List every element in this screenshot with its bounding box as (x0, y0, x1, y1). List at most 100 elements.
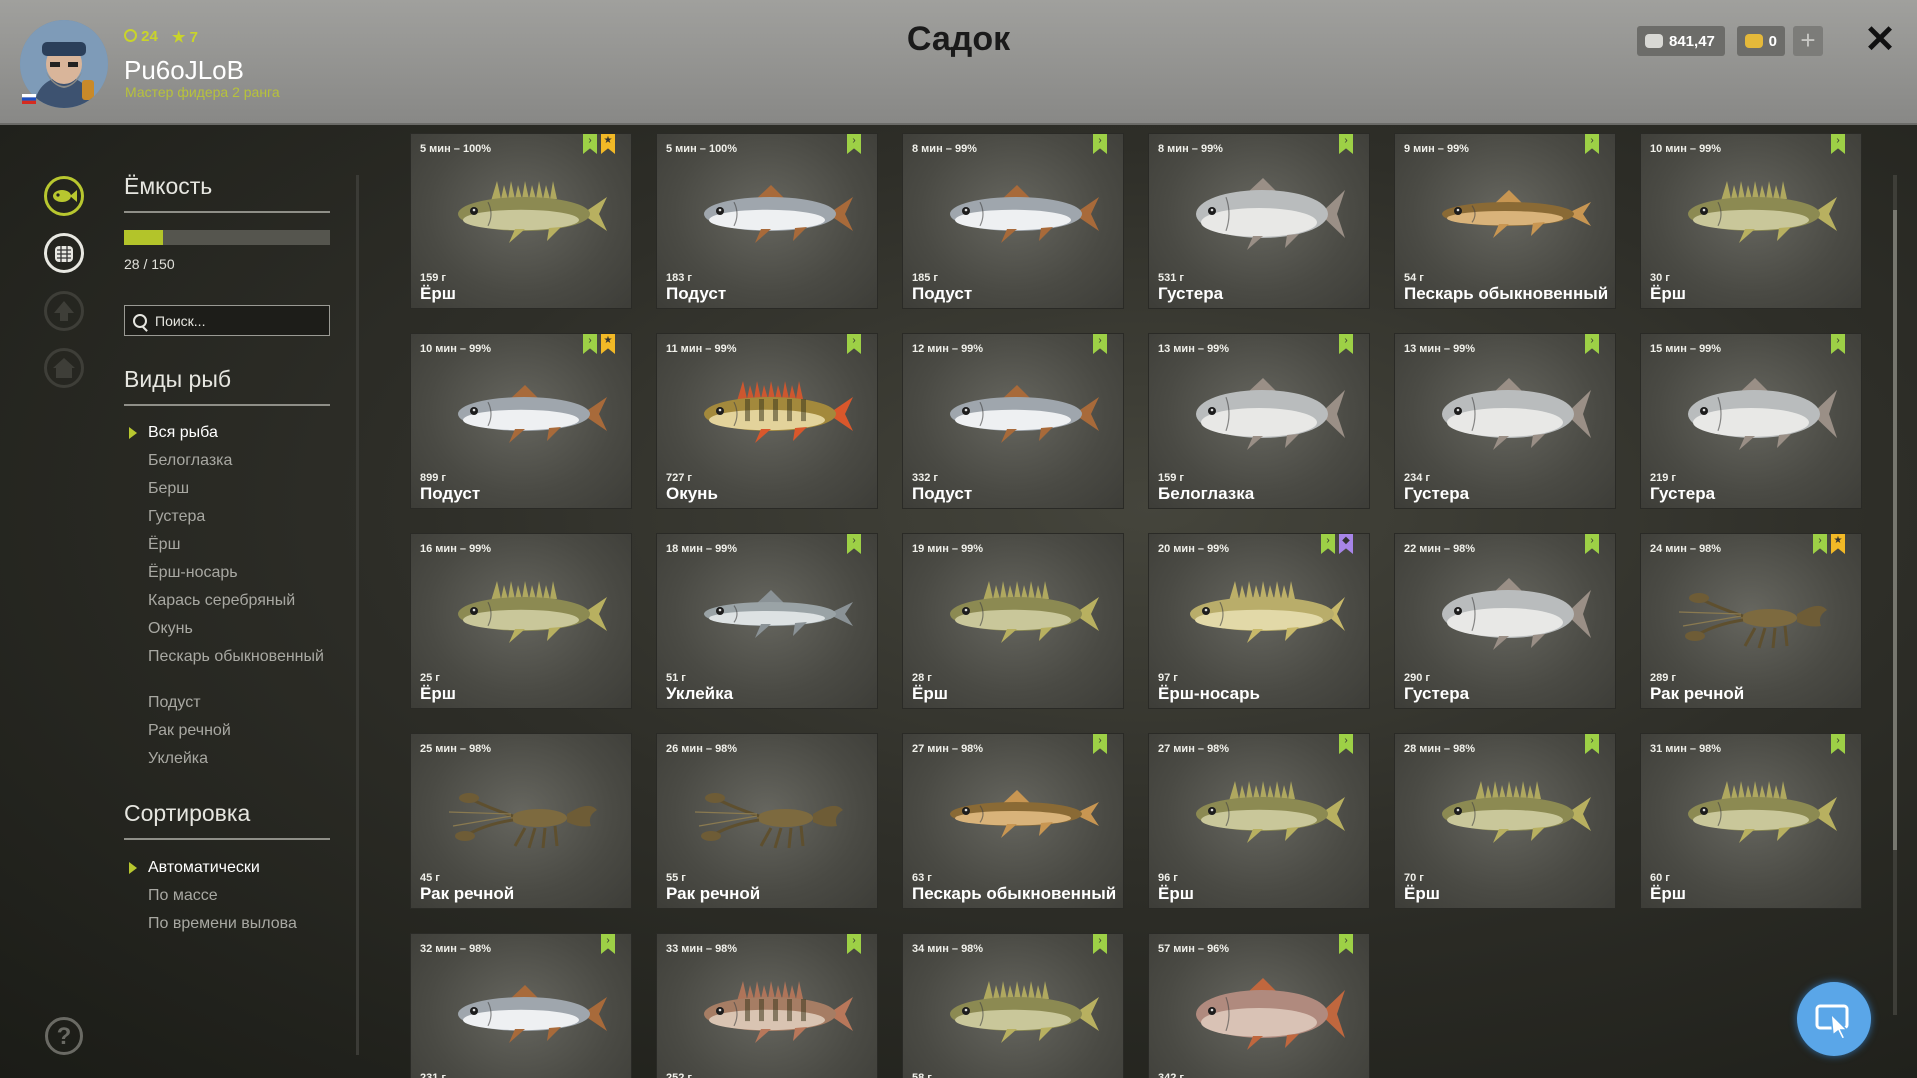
catch-card[interactable]: 13 мин – 99% 234 г Густера › (1394, 333, 1616, 509)
catch-card[interactable]: 25 мин – 98% 45 г Рак речной (410, 733, 632, 909)
fish-mini-icon: › (1590, 735, 1594, 746)
star-icon: ★ (603, 335, 613, 346)
catch-weight: 290 г (1404, 672, 1430, 684)
fish-mini-icon: › (588, 135, 592, 146)
player-name: Pu6oJLoB (124, 55, 244, 85)
catch-card[interactable]: 15 мин – 99% 219 г Густера › (1640, 333, 1862, 509)
catch-card[interactable]: 34 мин – 98% 58 г › (902, 933, 1124, 1078)
upgrade-icon[interactable] (44, 291, 84, 331)
home-icon[interactable] (44, 348, 84, 388)
catch-card[interactable]: 27 мин – 98% 63 г Пескарь обыкновенный › (902, 733, 1124, 909)
top-bar: 24 ★ 7 Pu6oJLoB Мастер фидера 2 ранга Са… (0, 0, 1917, 125)
catch-time: 20 мин – 99% (1158, 543, 1230, 555)
catch-card[interactable]: 33 мин – 98% 252 г › (656, 933, 878, 1078)
trophy-tag-icon: › (1093, 334, 1107, 354)
catch-card[interactable]: 20 мин – 99% 97 г Ёрш-носарь › ◆ (1148, 533, 1370, 709)
species-filter-item[interactable]: Ёрш (148, 536, 328, 554)
catch-time: 28 мин – 98% (1404, 743, 1476, 755)
species-filter-item[interactable]: Белоглазка (148, 452, 328, 470)
plus-icon[interactable]: + (1793, 26, 1823, 56)
species-filter-item[interactable]: Пескарь обыкновенный (148, 648, 328, 666)
catch-card[interactable]: 10 мин – 99% 899 г Подуст › ★ (410, 333, 632, 509)
help-icon[interactable]: ? (45, 1017, 83, 1055)
catch-time: 27 мин – 98% (1158, 743, 1230, 755)
catch-name: Ёрш (420, 684, 456, 703)
catch-card[interactable]: 16 мин – 99% 25 г Ёрш (410, 533, 632, 709)
trophy-tag-icon: › (1093, 934, 1107, 954)
trophy-tag-icon: › (1321, 534, 1335, 554)
species-filter-item[interactable]: Ёрш-носарь (148, 564, 328, 582)
catch-time: 31 мин – 98% (1650, 743, 1722, 755)
fish-image (1688, 181, 1837, 243)
catch-card[interactable]: 5 мин – 100% 183 г Подуст › (656, 133, 878, 309)
species-filter-item[interactable]: Берш (148, 480, 328, 498)
catch-name: Пескарь обыкновенный (912, 884, 1117, 903)
catch-time: 33 мин – 98% (666, 943, 738, 955)
catch-card[interactable]: 11 мин – 99% 727 г Окунь › (656, 333, 878, 509)
fish-image (1196, 978, 1345, 1050)
fish-image (704, 185, 853, 243)
catch-weight: 25 г (420, 672, 440, 684)
trophy-tag-icon: › (1585, 534, 1599, 554)
panel-scrollbar[interactable] (356, 175, 359, 1055)
catch-card[interactable]: 8 мин – 99% 185 г Подуст › (902, 133, 1124, 309)
sort-option[interactable]: По массе (148, 887, 328, 905)
grid-scroll-thumb[interactable] (1893, 210, 1897, 850)
species-filter-item[interactable]: Рак речной (148, 722, 328, 740)
catch-time: 26 мин – 98% (666, 743, 738, 755)
cursor-mode-button[interactable] (1797, 982, 1871, 1056)
fish-mini-icon: › (1098, 935, 1102, 946)
catch-weight: 28 г (912, 672, 932, 684)
catch-card[interactable]: 9 мин – 99% 54 г Пескарь обыкновенный › (1394, 133, 1616, 309)
species-filter-item[interactable]: Подуст (148, 694, 328, 712)
catch-time: 12 мин – 99% (912, 343, 984, 355)
fish-icon[interactable] (44, 176, 84, 216)
sort-option[interactable]: По времени вылова (148, 915, 328, 933)
catch-name: Уклейка (666, 684, 734, 703)
fish-mini-icon: › (852, 935, 856, 946)
keepnet-icon[interactable] (44, 233, 84, 273)
catch-card[interactable]: 10 мин – 99% 30 г Ёрш › (1640, 133, 1862, 309)
catch-card[interactable]: 26 мин – 98% 55 г Рак речной (656, 733, 878, 909)
catch-time: 5 мин – 100% (420, 143, 492, 155)
species-filter-item[interactable]: Густера (148, 508, 328, 526)
silver-coin-icon (1645, 34, 1663, 48)
species-filter-item[interactable]: Уклейка (148, 750, 328, 768)
catch-card[interactable]: 24 мин – 98% 289 г Рак речной › ★ (1640, 533, 1862, 709)
close-icon[interactable]: ✕ (1862, 20, 1898, 60)
catch-time: 13 мин – 99% (1404, 343, 1476, 355)
catch-weight: 70 г (1404, 872, 1424, 884)
catch-card[interactable]: 57 мин – 96% 342 г › (1148, 933, 1370, 1078)
fish-mini-icon: › (1590, 335, 1594, 346)
species-filter-item[interactable]: Вся рыба (148, 424, 328, 442)
catch-card[interactable]: 19 мин – 99% 28 г Ёрш (902, 533, 1124, 709)
star-icon: ★ (603, 135, 613, 146)
species-filter-item[interactable]: Окунь (148, 620, 328, 638)
catch-time: 25 мин – 98% (420, 743, 492, 755)
catch-card[interactable]: 18 мин – 99% 51 г Уклейка › (656, 533, 878, 709)
catch-card[interactable]: 31 мин – 98% 60 г Ёрш › (1640, 733, 1862, 909)
catch-card[interactable]: 22 мин – 98% 290 г Густера › (1394, 533, 1616, 709)
catch-time: 22 мин – 98% (1404, 543, 1476, 555)
catch-name: Ёрш (1650, 284, 1686, 303)
capacity-fill (124, 230, 163, 245)
catch-card[interactable]: 12 мин – 99% 332 г Подуст › (902, 333, 1124, 509)
star-tag-icon: ★ (601, 334, 615, 354)
fish-image (458, 581, 607, 643)
catch-card[interactable]: 28 мин – 98% 70 г Ёрш › (1394, 733, 1616, 909)
catch-card[interactable]: 8 мин – 99% 531 г Густера › (1148, 133, 1370, 309)
search-input[interactable]: Поиск... (124, 305, 330, 336)
fish-image (704, 590, 853, 638)
catch-card[interactable]: 27 мин – 98% 96 г Ёрш › (1148, 733, 1370, 909)
fish-mini-icon: › (852, 135, 856, 146)
sort-option[interactable]: Автоматически (148, 859, 328, 877)
catch-card[interactable]: 5 мин – 100% 159 г Ёрш › ★ (410, 133, 632, 309)
catch-time: 8 мин – 99% (912, 143, 977, 155)
catch-weight: 531 г (1158, 272, 1184, 284)
catch-card[interactable]: 32 мин – 98% 231 г › (410, 933, 632, 1078)
divider (124, 404, 330, 406)
species-filter-item[interactable]: Карась серебряный (148, 592, 328, 610)
fish-image (950, 581, 1099, 643)
catch-name: Густера (1650, 484, 1716, 503)
catch-card[interactable]: 13 мин – 99% 159 г Белоглазка › (1148, 333, 1370, 509)
